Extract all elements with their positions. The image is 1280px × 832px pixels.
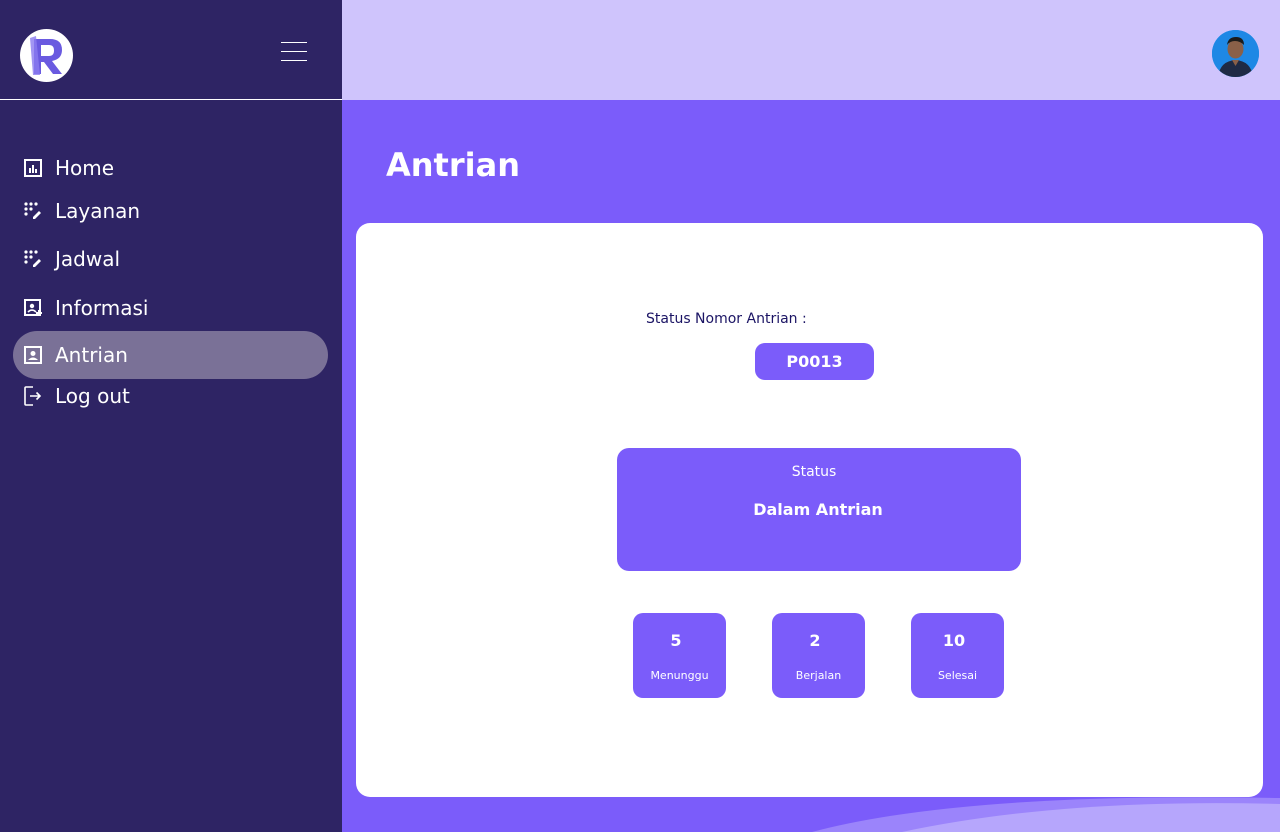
sidebar: Home Layanan Jadwal Informasi Antrian Lo… xyxy=(0,0,342,832)
grid-edit-icon xyxy=(23,201,43,221)
person-badge-icon xyxy=(23,345,43,365)
sidebar-header xyxy=(0,0,342,100)
top-header xyxy=(342,0,1280,100)
status-value: Dalam Antrian xyxy=(753,500,883,519)
menu-toggle-icon[interactable] xyxy=(281,42,307,61)
logout-icon xyxy=(23,386,43,406)
decorative-wave xyxy=(812,797,1280,832)
grid-edit-icon xyxy=(23,249,43,269)
dashboard-chart-icon xyxy=(23,158,43,178)
stat-card-selesai: 10 Selesai xyxy=(911,613,1004,698)
stat-label: Menunggu xyxy=(650,669,709,682)
sidebar-item-label: Informasi xyxy=(55,296,149,320)
page-title: Antrian xyxy=(386,146,520,184)
status-number-label: Status Nomor Antrian : xyxy=(646,311,807,327)
sidebar-item-jadwal[interactable]: Jadwal xyxy=(13,235,328,283)
sidebar-item-informasi[interactable]: Informasi xyxy=(13,284,328,332)
stat-value: 5 xyxy=(670,631,682,650)
stat-card-berjalan: 2 Berjalan xyxy=(772,613,865,698)
sidebar-item-label: Home xyxy=(55,156,115,180)
sidebar-item-logout[interactable]: Log out xyxy=(13,372,328,420)
sidebar-item-layanan[interactable]: Layanan xyxy=(13,187,328,235)
stat-card-menunggu: 5 Menunggu xyxy=(633,613,726,698)
stat-value: 2 xyxy=(809,631,821,650)
stat-value: 10 xyxy=(942,631,966,650)
app-logo[interactable] xyxy=(20,29,73,82)
status-box: Status Dalam Antrian xyxy=(617,448,1021,571)
add-info-icon xyxy=(23,298,43,318)
sidebar-item-label: Log out xyxy=(55,384,130,408)
sidebar-item-label: Jadwal xyxy=(55,247,121,271)
ticket-number-badge: P0013 xyxy=(755,343,874,380)
user-avatar[interactable] xyxy=(1212,30,1259,77)
sidebar-item-home[interactable]: Home xyxy=(13,144,328,192)
status-title: Status xyxy=(791,464,837,480)
stat-label: Berjalan xyxy=(795,669,842,682)
sidebar-item-label: Antrian xyxy=(55,343,128,367)
stat-label: Selesai xyxy=(937,669,978,682)
sidebar-item-label: Layanan xyxy=(55,199,141,223)
